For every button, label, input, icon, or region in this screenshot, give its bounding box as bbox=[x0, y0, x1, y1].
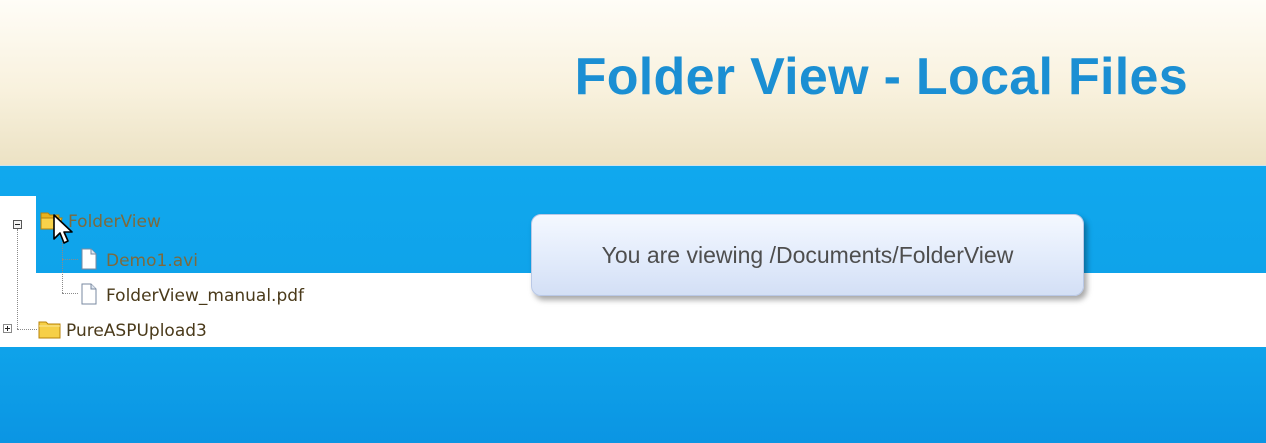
folder-icon bbox=[38, 319, 62, 343]
file-icon bbox=[80, 283, 98, 309]
path-tooltip: You are viewing /Documents/FolderView bbox=[531, 214, 1084, 296]
tree-label-manual: FolderView_manual.pdf bbox=[106, 286, 305, 306]
file-icon bbox=[80, 248, 98, 274]
tooltip-text: You are viewing /Documents/FolderView bbox=[601, 241, 1014, 268]
tree-node-demo1[interactable]: Demo1.avi bbox=[80, 248, 198, 274]
tree-connector-manual bbox=[62, 293, 78, 295]
tree-label-folderview: FolderView bbox=[68, 212, 161, 232]
page-title: Folder View - Local Files bbox=[574, 48, 1188, 106]
tree-node-manual[interactable]: FolderView_manual.pdf bbox=[80, 283, 304, 309]
tree-connector-demo bbox=[62, 259, 78, 261]
expand-toggle-icon[interactable] bbox=[3, 324, 12, 333]
tree-label-demo1: Demo1.avi bbox=[106, 251, 198, 271]
tree-connector-pureasp bbox=[17, 329, 37, 331]
tree-label-pureaspupload3: PureASPUpload3 bbox=[66, 321, 207, 341]
mouse-cursor-icon bbox=[52, 213, 74, 251]
tree-node-pureaspupload3[interactable]: PureASPUpload3 bbox=[38, 319, 207, 343]
collapse-toggle-icon[interactable] bbox=[13, 220, 22, 229]
tree-connector-vertical bbox=[17, 229, 19, 329]
folder-tree: FolderView Demo1.avi FolderView_manual.p… bbox=[0, 0, 600, 443]
